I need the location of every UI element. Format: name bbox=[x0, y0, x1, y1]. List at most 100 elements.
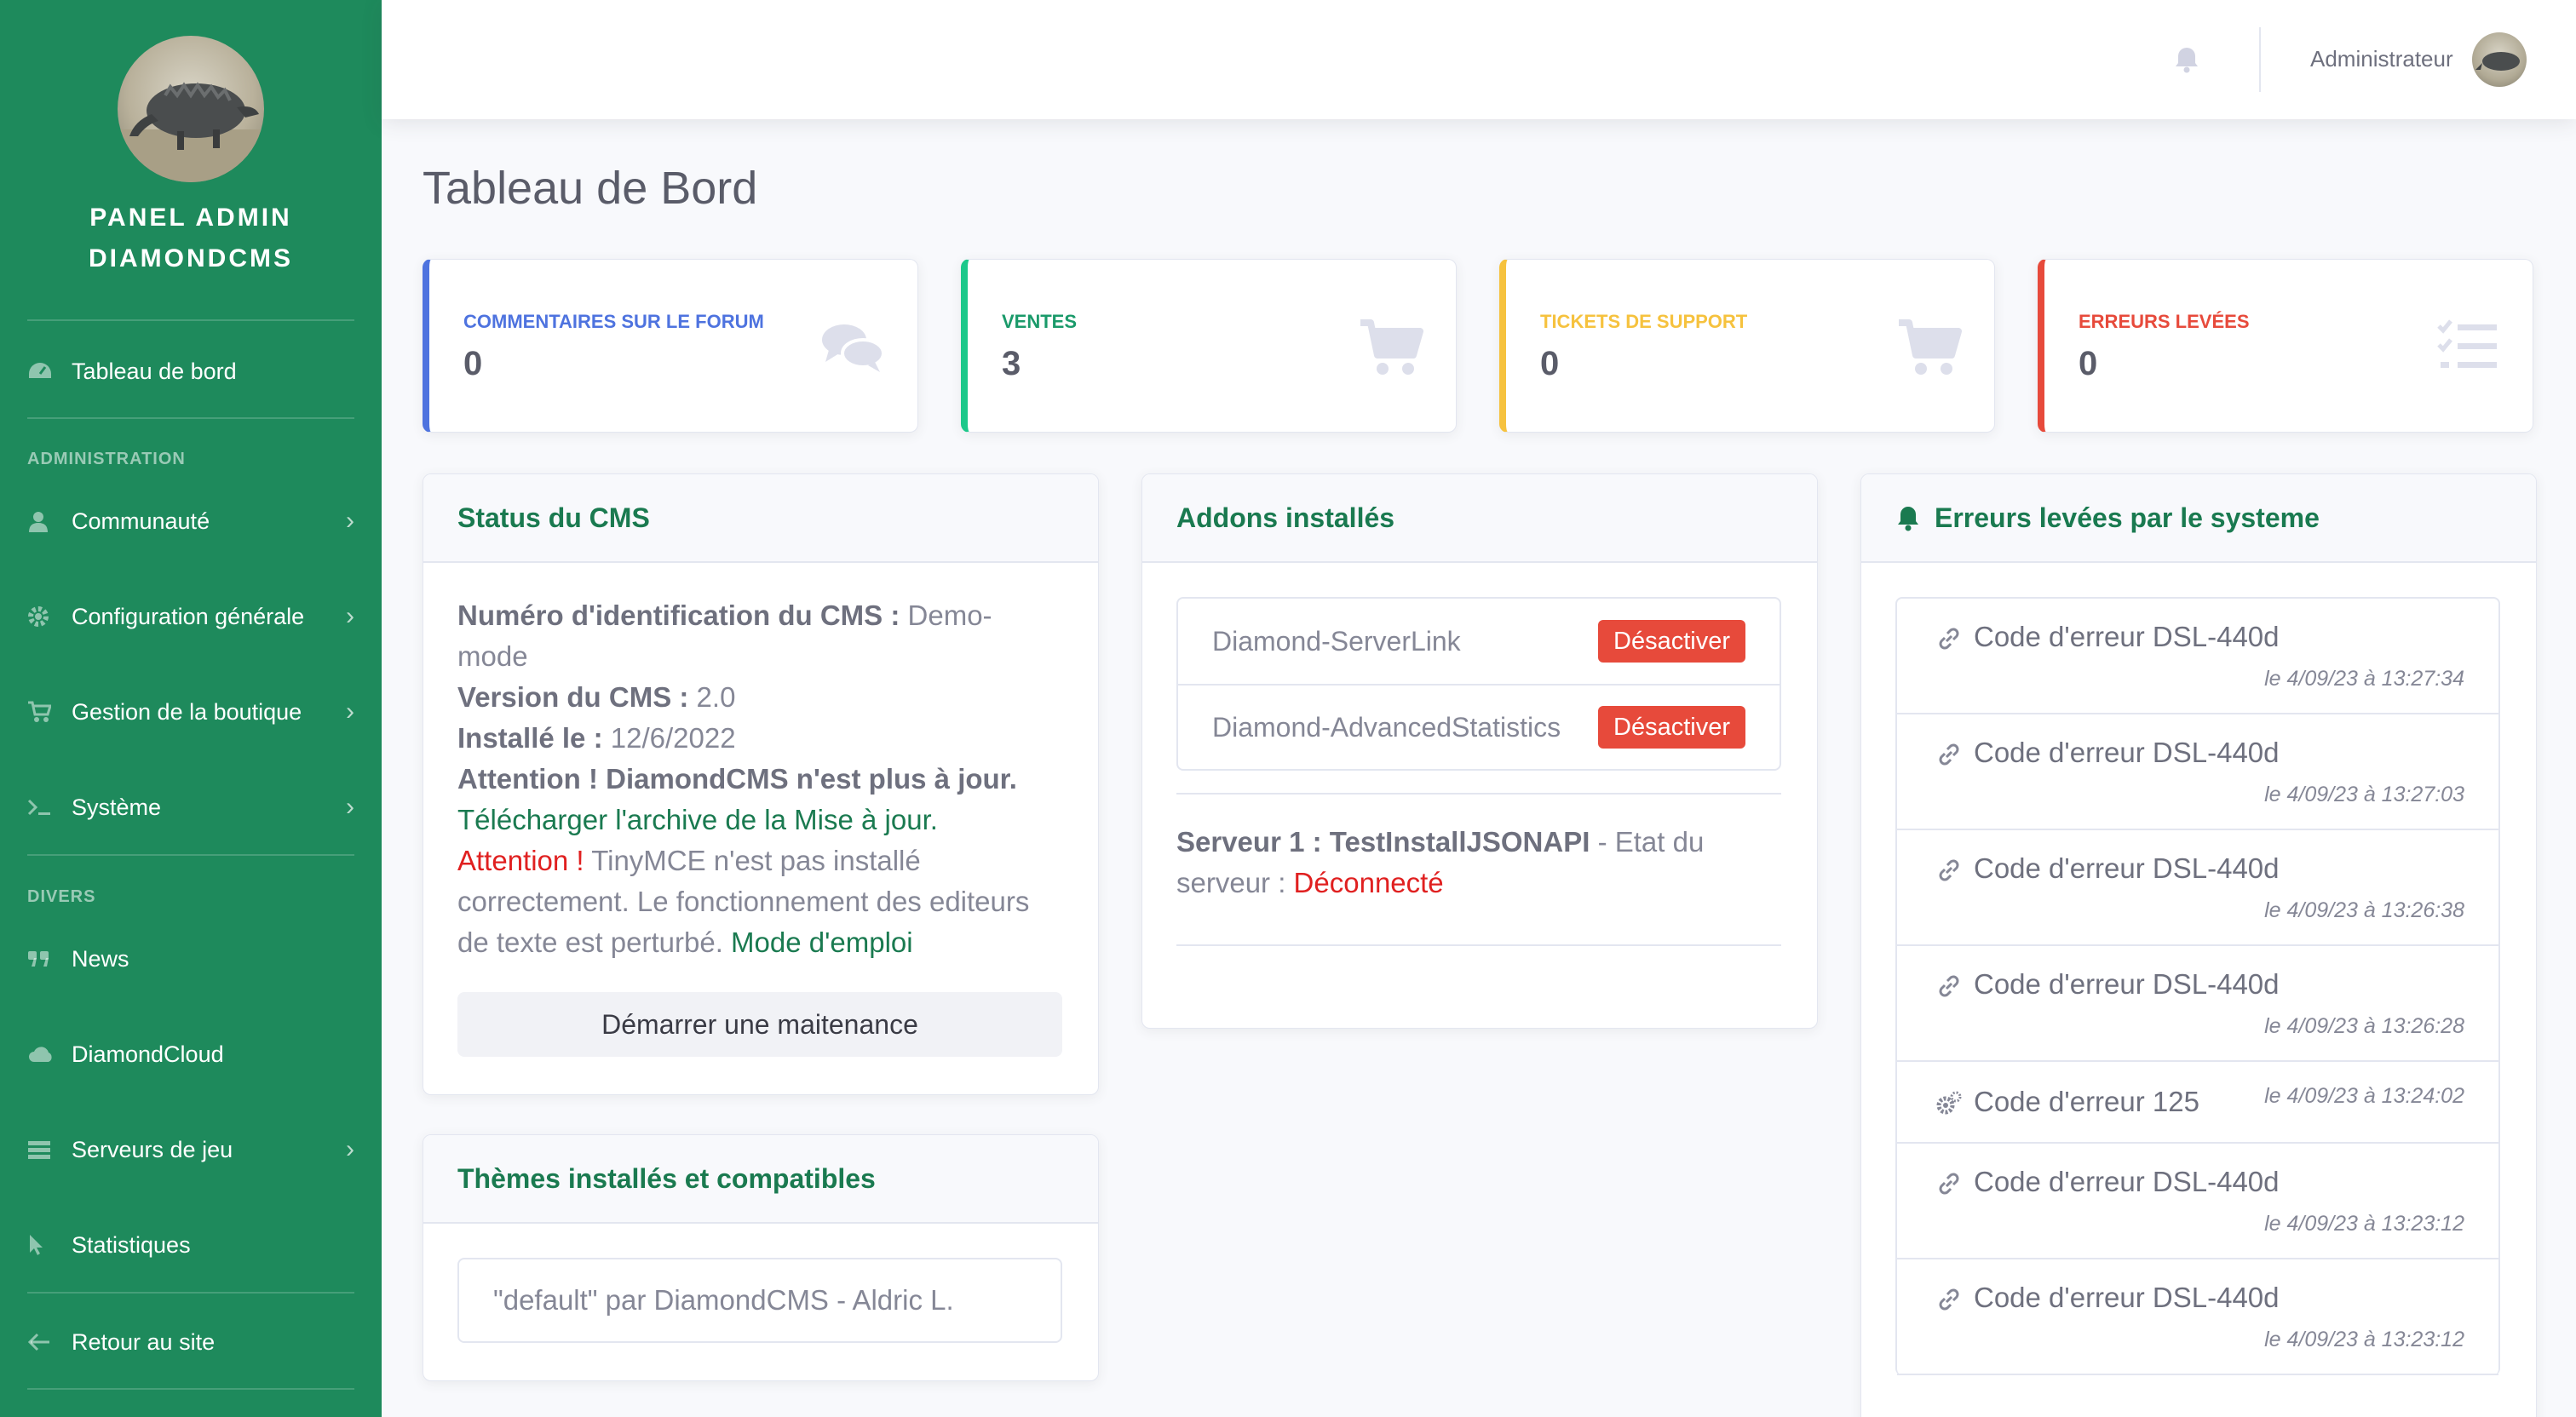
topbar: Administrateur bbox=[382, 0, 2576, 119]
comments-icon bbox=[822, 324, 885, 372]
cms-installed-value: 12/6/2022 bbox=[610, 722, 736, 754]
sidebar-item-label: Retour au site bbox=[72, 1328, 216, 1355]
link-icon bbox=[1939, 1173, 1959, 1195]
addon-name: Diamond-AdvancedStatistics bbox=[1212, 711, 1561, 743]
sidebar-item-label: Tableau de bord bbox=[72, 358, 237, 384]
addons-panel: Addons installés Diamond-ServerLink Désa… bbox=[1141, 473, 1818, 1029]
error-code: Code d'erreur DSL-440d bbox=[1974, 852, 2280, 884]
addon-list: Diamond-ServerLink Désactiver Diamond-Ad… bbox=[1176, 597, 1781, 771]
error-code: Code d'erreur DSL-440d bbox=[1974, 621, 2280, 652]
stat-value: 0 bbox=[2079, 345, 2098, 382]
sidebar-item-label: News bbox=[72, 945, 129, 972]
arrow-left-icon bbox=[27, 1332, 72, 1352]
brand-title-line1: PANEL ADMIN bbox=[89, 204, 292, 232]
error-date: le 4/09/23 à 13:24:02 bbox=[2264, 1084, 2464, 1108]
panel-title: Addons installés bbox=[1142, 474, 1817, 563]
warning-label: Attention ! bbox=[457, 763, 598, 795]
sidebar-item-system[interactable]: Système › bbox=[27, 782, 354, 833]
cms-version-value: 2.0 bbox=[696, 681, 736, 713]
server-icon bbox=[27, 1139, 72, 1160]
sidebar-item-label: DiamondCloud bbox=[72, 1041, 224, 1067]
addon-item: Diamond-AdvancedStatistics Désactiver bbox=[1178, 684, 1780, 769]
theme-item: "default" par DiamondCMS - Aldric L. bbox=[457, 1258, 1062, 1343]
error-item[interactable]: Code d'erreur 125 le 4/09/23 à 13:24:02 bbox=[1897, 1062, 2498, 1144]
error-item[interactable]: Code d'erreur DSL-440d le 4/09/23 à 13:2… bbox=[1897, 1259, 2498, 1375]
error-item[interactable]: Code d'erreur DSL-440d le 4/09/23 à 13:2… bbox=[1897, 599, 2498, 714]
sidebar-item-stats[interactable]: Statistiques bbox=[27, 1219, 354, 1271]
error-date: le 4/09/23 à 13:23:12 bbox=[2264, 1212, 2464, 1236]
panel-title: Erreurs levées par le systeme bbox=[1935, 502, 2320, 533]
error-list: Code d'erreur DSL-440d le 4/09/23 à 13:2… bbox=[1895, 597, 2500, 1375]
sidebar-item-back[interactable]: Retour au site bbox=[27, 1317, 354, 1368]
user-name[interactable]: Administrateur bbox=[2310, 46, 2453, 72]
divider bbox=[1176, 793, 1781, 795]
divider bbox=[1176, 944, 1781, 946]
link-icon bbox=[1939, 743, 1959, 766]
panel-header: Erreurs levées par le systeme bbox=[1861, 474, 2536, 563]
start-maintenance-button[interactable]: Démarrer une maitenance bbox=[457, 992, 1062, 1057]
stat-value: 0 bbox=[1540, 345, 1560, 382]
cms-installed-label: Installé le : bbox=[457, 722, 603, 754]
stat-label: ERREURS LEVÉES bbox=[2079, 311, 2250, 332]
error-item[interactable]: Code d'erreur DSL-440d le 4/09/23 à 13:2… bbox=[1897, 830, 2498, 946]
cms-id-label: Numéro d'identification du CMS : bbox=[457, 600, 900, 631]
sidebar-heading-misc: DIVERS bbox=[27, 887, 96, 906]
cogs-icon bbox=[1936, 1091, 1962, 1115]
error-date: le 4/09/23 à 13:26:38 bbox=[2264, 898, 2464, 922]
page-title: Tableau de Bord bbox=[423, 163, 758, 214]
manual-link[interactable]: Mode d'emploi bbox=[731, 926, 913, 958]
sidebar: PANEL ADMIN DIAMONDCMS Tableau de bord A… bbox=[0, 0, 382, 1417]
link-icon bbox=[1939, 628, 1959, 650]
pangolin-image bbox=[118, 82, 264, 182]
server-status: Serveur 1 : TestInstallJSONAPI - Etat du… bbox=[1176, 822, 1781, 904]
sidebar-divider bbox=[27, 319, 354, 321]
sidebar-item-label: Communauté bbox=[72, 508, 210, 534]
sidebar-item-servers[interactable]: Serveurs de jeu › bbox=[27, 1124, 354, 1175]
bell-icon[interactable] bbox=[2172, 44, 2201, 73]
error-code: Code d'erreur DSL-440d bbox=[1974, 1282, 2280, 1313]
sidebar-item-shop[interactable]: Gestion de la boutique › bbox=[27, 686, 354, 737]
tasks-icon bbox=[2437, 319, 2497, 368]
chevron-right-icon: › bbox=[346, 507, 354, 535]
brand-title-line2: DIAMONDCMS bbox=[89, 244, 293, 272]
download-update-link[interactable]: Télécharger l'archive de la Mise à jour. bbox=[457, 804, 938, 835]
disable-addon-button[interactable]: Désactiver bbox=[1598, 620, 1745, 663]
error-item[interactable]: Code d'erreur DSL-440d le 4/09/23 à 13:2… bbox=[1897, 714, 2498, 830]
sidebar-item-news[interactable]: News bbox=[27, 933, 354, 984]
sidebar-divider bbox=[27, 1292, 354, 1294]
sidebar-item-cloud[interactable]: DiamondCloud bbox=[27, 1029, 354, 1080]
topbar-divider bbox=[2259, 27, 2261, 92]
error-item[interactable]: Code d'erreur DSL-440d le 4/09/23 à 13:2… bbox=[1897, 1144, 2498, 1259]
addon-item: Diamond-ServerLink Désactiver bbox=[1178, 599, 1780, 684]
stat-label: VENTES bbox=[1002, 311, 1078, 332]
sidebar-item-label: Configuration générale bbox=[72, 603, 305, 629]
stat-label: TICKETS DE SUPPORT bbox=[1540, 311, 1748, 332]
update-warning: DiamondCMS n'est plus à jour. bbox=[606, 763, 1017, 795]
sidebar-item-community[interactable]: Communauté › bbox=[27, 496, 354, 547]
cart-icon bbox=[1899, 319, 1962, 375]
disable-addon-button[interactable]: Désactiver bbox=[1598, 706, 1745, 749]
sidebar-item-dashboard[interactable]: Tableau de bord bbox=[27, 346, 354, 397]
brand-avatar[interactable] bbox=[118, 36, 264, 182]
terminal-icon bbox=[27, 797, 72, 818]
error-item[interactable]: Code d'erreur DSL-440d le 4/09/23 à 13:2… bbox=[1897, 946, 2498, 1062]
link-icon bbox=[1939, 1288, 1959, 1311]
sidebar-item-label: Serveurs de jeu bbox=[72, 1136, 233, 1162]
cart-icon bbox=[27, 701, 72, 723]
panel-title: Status du CMS bbox=[423, 474, 1098, 563]
stat-label: COMMENTAIRES SUR LE FORUM bbox=[463, 311, 764, 332]
dashboard-icon bbox=[27, 361, 72, 382]
sidebar-item-label: Système bbox=[72, 794, 162, 820]
cms-info: Numéro d'identification du CMS : Demo-mo… bbox=[457, 595, 1062, 963]
stat-card-forum-comments: COMMENTAIRES SUR LE FORUM 0 bbox=[423, 259, 918, 433]
cloud-icon bbox=[27, 1045, 72, 1064]
pointer-icon bbox=[27, 1234, 72, 1256]
user-avatar[interactable] bbox=[2472, 32, 2527, 87]
panel-title: Thèmes installés et compatibles bbox=[423, 1135, 1098, 1224]
sidebar-item-label: Gestion de la boutique bbox=[72, 698, 302, 725]
errors-panel: Erreurs levées par le systeme Code d'err… bbox=[1860, 473, 2537, 1417]
sidebar-item-config[interactable]: Configuration générale › bbox=[27, 591, 354, 642]
cms-status-panel: Status du CMS Numéro d'identification du… bbox=[423, 473, 1099, 1095]
link-icon bbox=[1939, 975, 1959, 997]
sidebar-item-label: Statistiques bbox=[72, 1231, 191, 1258]
